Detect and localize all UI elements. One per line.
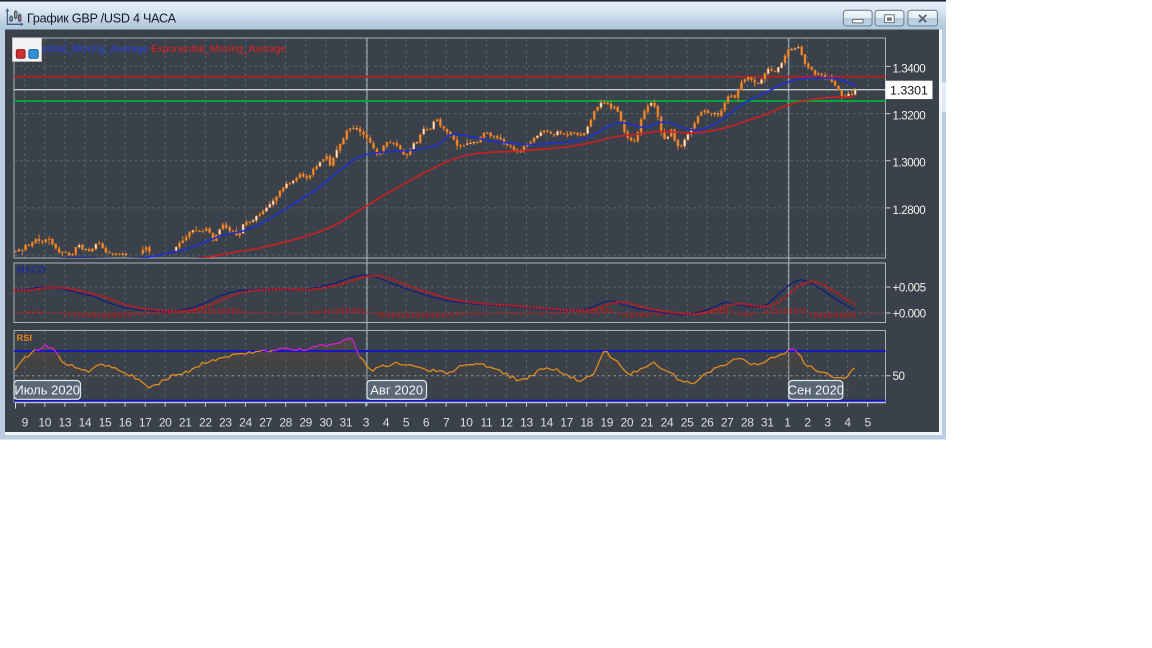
svg-text:1.3000: 1.3000 [893, 157, 926, 170]
svg-text:28: 28 [741, 416, 754, 430]
svg-text:31: 31 [761, 416, 774, 430]
svg-text:6: 6 [423, 416, 430, 430]
svg-text:1.3200: 1.3200 [893, 110, 926, 123]
svg-text:Сен 2020: Сен 2020 [788, 382, 844, 397]
svg-text:10: 10 [460, 416, 473, 430]
svg-text:25: 25 [681, 416, 694, 430]
svg-text:18: 18 [580, 416, 593, 430]
svg-text:50: 50 [893, 370, 905, 383]
svg-text:27: 27 [721, 416, 734, 430]
svg-text:4: 4 [844, 416, 851, 430]
svg-text:21: 21 [641, 416, 654, 430]
svg-text:1: 1 [784, 416, 791, 430]
svg-text:27: 27 [259, 416, 272, 430]
svg-text:+0.005: +0.005 [893, 281, 926, 294]
svg-text:3: 3 [824, 416, 831, 430]
svg-text:4: 4 [383, 416, 390, 430]
svg-text:MACD: MACD [17, 265, 46, 276]
svg-text:17: 17 [139, 416, 152, 430]
svg-text:3: 3 [363, 416, 370, 430]
svg-text:20: 20 [159, 416, 172, 430]
svg-text:+0.000: +0.000 [893, 307, 926, 320]
svg-text:22: 22 [199, 416, 212, 430]
svg-text:Exponential_Moving_Average: Exponential_Moving_Average [151, 44, 287, 55]
svg-text:23: 23 [219, 416, 232, 430]
svg-text:24: 24 [239, 416, 252, 430]
svg-text:✕: ✕ [917, 12, 928, 27]
svg-text:14: 14 [540, 416, 553, 430]
svg-text:16: 16 [119, 416, 132, 430]
svg-text:1.3400: 1.3400 [893, 62, 926, 75]
svg-text:29: 29 [299, 416, 312, 430]
svg-text:10: 10 [38, 416, 51, 430]
svg-text:12: 12 [500, 416, 513, 430]
svg-text:13: 13 [520, 416, 533, 430]
svg-text:15: 15 [99, 416, 112, 430]
svg-text:17: 17 [560, 416, 573, 430]
svg-text:14: 14 [79, 416, 92, 430]
svg-text:9: 9 [22, 416, 29, 430]
svg-text:RSI: RSI [17, 333, 33, 343]
svg-text:20: 20 [621, 416, 634, 430]
svg-text:Авг 2020: Авг 2020 [370, 382, 423, 397]
svg-text:ential_Moving_Average: ential_Moving_Average [42, 44, 149, 55]
svg-text:1.2800: 1.2800 [893, 204, 926, 217]
svg-text:5: 5 [403, 416, 410, 430]
svg-text:График GBP /USD 4 ЧАСА: График GBP /USD 4 ЧАСА [27, 11, 177, 25]
svg-text:2: 2 [804, 416, 811, 430]
svg-text:21: 21 [179, 416, 192, 430]
svg-text:30: 30 [319, 416, 332, 430]
svg-text:5: 5 [865, 416, 872, 430]
svg-text:7: 7 [443, 416, 450, 430]
svg-text:28: 28 [279, 416, 292, 430]
svg-text:31: 31 [340, 416, 353, 430]
svg-text:1.3301: 1.3301 [890, 84, 928, 98]
svg-text:26: 26 [701, 416, 714, 430]
svg-text:Июль 2020: Июль 2020 [14, 382, 80, 397]
svg-text:24: 24 [661, 416, 674, 430]
svg-text:11: 11 [480, 416, 492, 430]
svg-text:13: 13 [59, 416, 72, 430]
svg-text:19: 19 [600, 416, 613, 430]
